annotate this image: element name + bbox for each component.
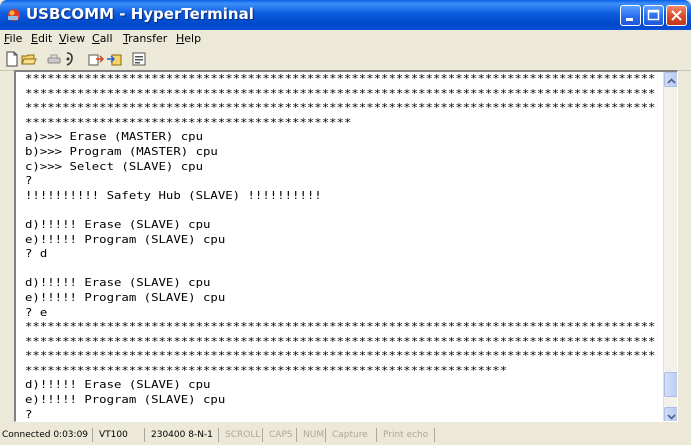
hyperterminal-app-icon[interactable] [6, 7, 22, 23]
terminal-line: c)>>> Select (SLAVE) cpu [25, 159, 204, 173]
menu-view-label: iew [66, 32, 86, 45]
menu-transfer-label: ransfer [128, 32, 168, 45]
title-bar[interactable]: USBCOMM - HyperTerminal [0, 0, 691, 30]
maximize-icon [647, 9, 660, 21]
menu-edit-label: dit [37, 32, 53, 45]
menu-edit-accel: E [31, 32, 38, 45]
terminal-line: ****************************************… [25, 363, 508, 377]
properties-icon[interactable] [131, 51, 147, 67]
menu-view[interactable]: View [59, 32, 85, 45]
menu-help-label: elp [184, 32, 202, 45]
terminal-line: ****************************************… [25, 115, 352, 129]
menu-file[interactable]: File [4, 32, 22, 45]
terminal-line: ****************************************… [25, 72, 655, 85]
status-capture: Capture [325, 428, 368, 442]
minimize-button[interactable] [620, 5, 641, 26]
terminal-panel[interactable]: ****************************************… [14, 70, 678, 422]
menu-bar: File Edit View Call Transfer Help [0, 30, 691, 48]
hyperterminal-window: USBCOMM - HyperTerminal File Edit View C… [0, 0, 691, 445]
receive-icon[interactable] [106, 51, 122, 67]
terminal-line: d)!!!!! Erase (SLAVE) cpu [25, 217, 211, 231]
status-emulation: VT100 [92, 428, 128, 442]
terminal-line: ****************************************… [25, 334, 655, 348]
terminal-line: ****************************************… [25, 320, 655, 334]
scroll-thumb[interactable] [664, 372, 677, 397]
dial-icon[interactable] [63, 51, 79, 67]
arrow-up-icon [667, 78, 676, 84]
minimize-icon [626, 18, 633, 21]
menu-edit[interactable]: Edit [31, 32, 52, 45]
terminal-line: ? d [25, 247, 48, 261]
terminal-line: d)!!!!! Erase (SLAVE) cpu [25, 378, 211, 392]
status-scroll: SCROLL [218, 428, 260, 442]
disconnect-icon[interactable] [46, 51, 62, 67]
terminal-line: ? [25, 407, 33, 421]
menu-call-label: all [99, 32, 113, 45]
status-caps: CAPS [262, 428, 293, 442]
menu-file-label: ile [9, 32, 23, 45]
terminal-line: e)!!!!! Program (SLAVE) cpu [25, 290, 226, 304]
scroll-down-button[interactable] [664, 407, 677, 421]
status-print-echo: Print echo [376, 428, 428, 442]
arrow-down-icon [667, 414, 676, 420]
send-icon[interactable] [88, 51, 104, 67]
terminal-line: d)!!!!! Erase (SLAVE) cpu [25, 276, 211, 290]
status-connected: Connected 0:03:09 [2, 430, 89, 440]
close-icon [671, 10, 682, 21]
terminal-line: b)>>> Program (MASTER) cpu [25, 144, 218, 158]
maximize-button[interactable] [643, 5, 664, 26]
terminal-output[interactable]: ****************************************… [25, 72, 655, 421]
terminal-line: e)!!!!! Program (SLAVE) cpu [25, 393, 226, 407]
menu-call-accel: C [92, 32, 100, 45]
window-title: USBCOMM - HyperTerminal [26, 5, 254, 23]
status-bar: Connected 0:03:09 VT100 230400 8-N-1 SCR… [0, 426, 691, 445]
terminal-line: ****************************************… [25, 101, 655, 115]
terminal-line: ? [25, 174, 33, 188]
close-button[interactable] [666, 5, 687, 26]
menu-transfer[interactable]: Transfer [123, 32, 167, 45]
terminal-line: ****************************************… [25, 349, 655, 363]
terminal-line: ? e [25, 305, 48, 319]
terminal-line: a)>>> Erase (MASTER) cpu [25, 130, 204, 144]
status-empty [434, 428, 681, 442]
status-settings: 230400 8-N-1 [144, 428, 213, 442]
terminal-line: !!!!!!!!!! Safety Hub (SLAVE) !!!!!!!!!! [25, 188, 322, 202]
menu-call[interactable]: Call [92, 32, 113, 45]
status-num: NUM [296, 428, 324, 442]
new-icon[interactable] [4, 51, 20, 67]
menu-help[interactable]: Help [176, 32, 201, 45]
open-icon[interactable] [21, 51, 37, 67]
terminal-line: ****************************************… [25, 86, 655, 100]
toolbar [0, 48, 691, 71]
scroll-up-button[interactable] [664, 72, 677, 87]
vertical-scrollbar[interactable] [663, 72, 677, 421]
terminal-line: e)!!!!! Program (SLAVE) cpu [25, 232, 226, 246]
